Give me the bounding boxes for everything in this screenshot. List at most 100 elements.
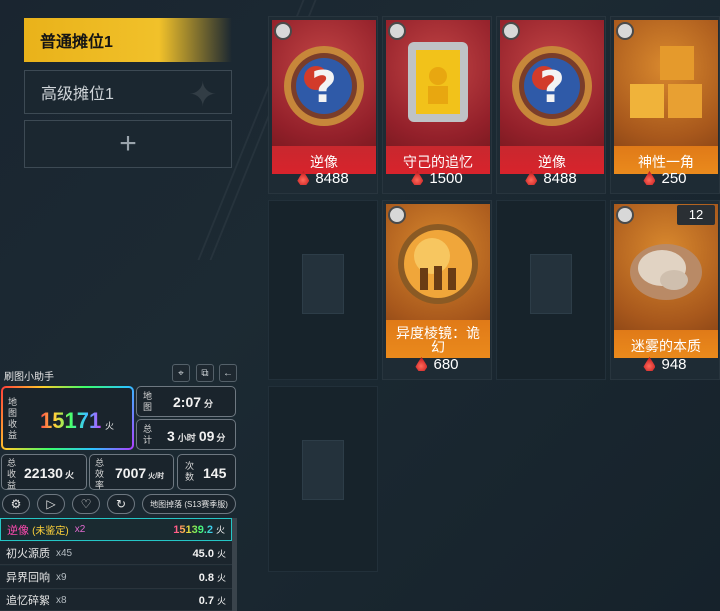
question-medallion-icon: ? [512,46,592,126]
map-income-value: 15171 [40,408,102,433]
fire-crystal-icon [643,357,656,371]
item-slot[interactable]: 迷雾的本质 12 948 [610,200,720,380]
drop-amount: 45.0 火 [192,547,226,560]
empty-slot[interactable] [496,200,606,380]
drop-name: 初火源质 [6,548,50,560]
drop-row[interactable]: 初火源质 x45 45.0 火 [0,542,232,565]
item-price: 680 [383,353,491,375]
item-price: 1500 [383,167,491,189]
price-value: 250 [661,169,687,187]
star-icon: ✦ [188,76,218,114]
efficiency-box: 总效率 7007 火/时 [89,454,174,490]
question-medallion-icon: ? [284,46,364,126]
drop-row[interactable]: 异界回响 x9 0.8 火 [0,566,232,589]
drop-amount: 0.8 火 [198,571,226,584]
play-button[interactable]: ▷ [37,494,65,514]
map-income-label: 地图收益 [8,397,18,440]
fire-crystal-icon [415,357,428,371]
fire-crystal-icon [525,171,538,185]
map-time-value: 2:07 分 [173,394,214,410]
item-card: 守己的追忆 [386,20,490,174]
add-booth-button[interactable]: + [24,120,232,168]
map-income-unit: 火 [105,421,115,431]
drop-name: 逆像 (未鉴定) [7,524,69,537]
refresh-icon: ↻ [115,497,127,511]
arrow-left-icon: ← [223,367,233,379]
efficiency-value: 7007 火/时 [115,465,165,481]
item-price: 8488 [497,167,605,189]
drop-amount: 0.7 火 [198,594,226,607]
drop-name: 追忆碎絮 [6,595,50,607]
refresh-button[interactable]: ↻ [107,494,135,514]
fire-crystal-icon [411,171,424,185]
item-slot[interactable]: 守己的追忆 1500 [382,16,492,194]
settings-button[interactable]: ⚙ [2,494,30,514]
drop-amount: 15139.2 火 [173,524,225,536]
select-radio[interactable] [388,206,406,224]
drop-qty: x2 [74,524,86,535]
pin-icon: ⌖ [178,367,184,379]
map-drops-button[interactable]: 地图掉落 (S13赛季服) [142,494,236,514]
item-slot[interactable]: 神性一角 250 [610,16,720,194]
total-income-box: 总收益 22130 火 [1,454,87,490]
select-radio[interactable] [502,22,520,40]
count-value: 145 [203,465,227,481]
price-value: 8488 [543,169,577,187]
drop-row[interactable]: 追忆碎絮 x8 0.7 火 [0,590,232,611]
fire-crystal-icon [643,171,656,185]
gear-icon: ⚙ [10,497,22,511]
select-radio[interactable] [616,22,634,40]
efficiency-label: 总效率 [95,458,105,490]
select-radio[interactable] [388,22,406,40]
favorite-button[interactable]: ♡ [72,494,100,514]
heart-icon: ♡ [80,497,92,511]
drop-name: 异界回响 [6,572,50,584]
pin-button[interactable]: ⌖ [172,364,190,382]
drops-scrollbar[interactable] [232,518,237,611]
item-price: 948 [611,353,719,375]
count-box: 次数 145 [177,454,236,490]
tab-label: 高级摊位1 [41,86,114,103]
empty-placeholder [302,254,344,314]
price-value: 1500 [429,169,463,187]
svg-text:?: ? [311,62,337,113]
svg-text:?: ? [539,62,565,113]
popout-button[interactable]: ⧉ [196,364,214,382]
item-price: 250 [611,167,719,189]
tab-premium-booth-1[interactable]: 高级摊位1 ✦ [24,70,232,114]
item-name: 迷雾的本质 [631,338,701,354]
fire-crystal-icon [297,171,310,185]
count-label: 次数 [185,461,195,482]
helper-title: 刷图小助手 [4,372,54,383]
select-radio[interactable] [616,206,634,224]
item-card: 神性一角 [614,20,718,174]
drop-row[interactable]: 逆像 (未鉴定) x2 15139.2 火 [0,518,232,541]
price-value: 680 [433,355,459,373]
item-slot[interactable]: ? 逆像 8488 [268,16,378,194]
select-radio[interactable] [274,22,292,40]
play-icon: ▷ [46,497,56,511]
total-income-value: 22130 火 [24,465,74,481]
item-price: 8488 [269,167,377,189]
item-slot[interactable]: ? 逆像 8488 [496,16,606,194]
empty-slot[interactable] [268,386,378,572]
total-time-label: 总计 [143,424,153,445]
map-time-box: 地图 2:07 分 [136,386,236,417]
item-card: 异度棱镜：诡幻 [386,204,490,358]
collapse-button[interactable]: ← [219,364,237,382]
item-card: ? 逆像 [272,20,376,174]
total-time-value: 3 小时 09 分 [167,428,226,444]
drop-qty: x8 [56,594,67,606]
stack-count-badge: 12 [677,205,715,225]
empty-placeholder [530,254,572,314]
total-time-box: 总计 3 小时 09 分 [136,419,236,450]
item-card: 迷雾的本质 [614,204,718,358]
map-income-box: 地图收益 15171 火 [1,386,134,450]
divinity-fragment-icon [630,46,702,118]
tab-label: 普通摊位1 [40,34,113,51]
tab-normal-booth-1[interactable]: 普通摊位1 [24,18,232,62]
drop-qty: x45 [56,547,73,559]
map-time-label: 地图 [143,391,153,412]
empty-slot[interactable] [268,200,378,380]
item-slot[interactable]: 异度棱镜：诡幻 680 [382,200,492,380]
